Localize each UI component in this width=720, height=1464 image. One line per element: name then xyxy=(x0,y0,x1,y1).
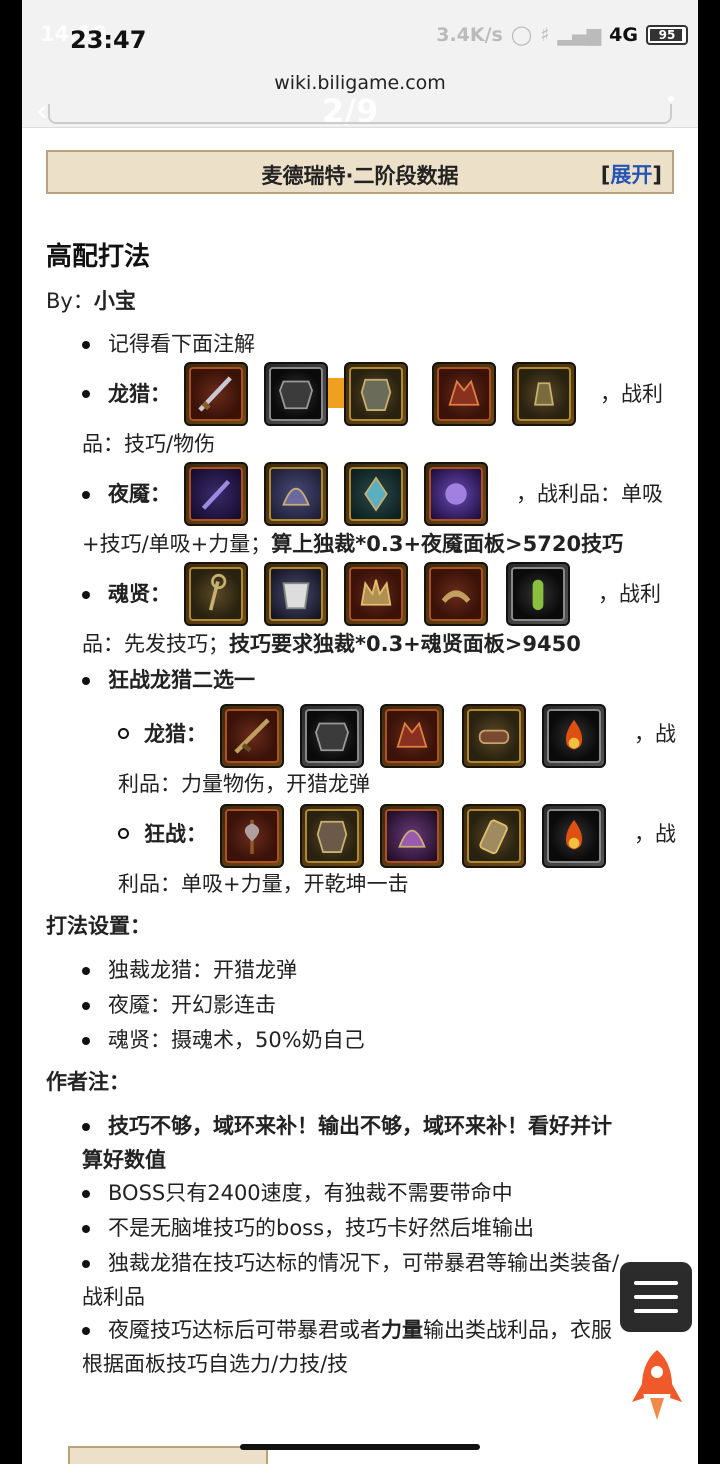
settings-heading: 打法设置： xyxy=(46,914,151,938)
status-time: 23:47 xyxy=(70,26,147,54)
cactus-icon[interactable] xyxy=(506,562,570,626)
fire-icon[interactable] xyxy=(542,804,606,868)
loot-suffix: ，战利品：单吸 xyxy=(516,482,663,506)
helm-icon[interactable] xyxy=(380,804,444,868)
gesture-bar[interactable] xyxy=(240,1444,480,1450)
dagger-icon[interactable] xyxy=(184,462,248,526)
gem-icon[interactable] xyxy=(344,462,408,526)
aura-icon[interactable] xyxy=(424,462,488,526)
loot-text: 品：先发技巧；技巧要求独裁*0.3+魂贤面板>9450 xyxy=(82,632,581,656)
page-heading: 高配打法 xyxy=(46,242,151,272)
expand-link[interactable]: 展开 xyxy=(610,163,652,187)
menu-icon xyxy=(634,1281,678,1285)
url-text[interactable]: wiki.biligame.com xyxy=(22,72,698,94)
table-of-contents-button[interactable] xyxy=(620,1262,692,1332)
build-label-soul: 魂贤： xyxy=(108,582,171,606)
list-item: 魂贤：摄魂术，50%奶自己 xyxy=(108,1028,365,1052)
staff-icon[interactable] xyxy=(184,562,248,626)
mask-icon[interactable] xyxy=(264,562,328,626)
list-item: 不是无脑堆技巧的boss，技巧卡好然后堆输出 xyxy=(108,1216,535,1240)
section-title: 麦德瑞特·二阶段数据 xyxy=(261,164,459,188)
list-item-continued: 根据面板技巧自选力/力技/技 xyxy=(82,1352,349,1376)
more-icon[interactable] xyxy=(668,96,674,102)
build-label-dragon: 龙猎： xyxy=(108,382,171,406)
bullet-icon xyxy=(82,341,90,349)
list-item: 技巧不够，域环来补！输出不够，域环来补！看好并计 xyxy=(108,1114,612,1138)
loot-suffix: ，战 xyxy=(634,722,676,746)
list-item: 独裁龙猎：开猎龙弹 xyxy=(108,958,297,982)
author-name: 小宝 xyxy=(93,289,136,313)
battery-level: 95 xyxy=(658,28,676,42)
mute-bell-icon: ♯ xyxy=(540,24,550,46)
list-item: BOSS只有2400速度，有独裁不需要带命中 xyxy=(108,1181,513,1205)
bell-icon[interactable] xyxy=(512,362,576,426)
scroll-icon[interactable] xyxy=(462,804,526,868)
section-header: 麦德瑞特·二阶段数据 [展开] xyxy=(46,150,674,194)
author-line: By：小宝 xyxy=(46,289,136,313)
loot-suffix: ，战 xyxy=(634,822,676,846)
loot-suffix: ，战利 xyxy=(598,582,661,606)
build-label-night: 夜魇： xyxy=(108,482,171,506)
list-item-continued: 算好数值 xyxy=(82,1148,166,1172)
sub-label-berserk: 狂战： xyxy=(144,822,207,846)
bullet-icon xyxy=(82,1327,90,1335)
list-item: 夜魇：开幻影连击 xyxy=(108,993,276,1017)
chest-icon[interactable] xyxy=(300,804,364,868)
helm-icon[interactable] xyxy=(264,462,328,526)
dragon-head-icon[interactable] xyxy=(380,704,444,768)
claw-icon[interactable] xyxy=(424,562,488,626)
axe-icon[interactable] xyxy=(220,804,284,868)
network-type: 4G xyxy=(609,24,638,46)
bullet-icon xyxy=(82,491,90,499)
bullet-icon xyxy=(82,677,90,685)
dragon-head-icon[interactable] xyxy=(432,362,496,426)
next-section-header xyxy=(68,1446,268,1464)
bullet-icon xyxy=(82,390,90,398)
loot-text: 利品：力量物伤，开猎龙弹 xyxy=(118,772,370,796)
sword-icon[interactable] xyxy=(184,362,248,426)
sub-label-dragon: 龙猎： xyxy=(144,722,207,746)
signal-icon: ▂▄▆ xyxy=(557,24,602,46)
back-arrow-icon[interactable]: ‹ xyxy=(36,94,48,129)
choice-heading: 狂战龙猎二选一 xyxy=(108,668,255,692)
bullet-icon xyxy=(82,1002,90,1010)
bullet-icon xyxy=(82,591,90,599)
status-bar: 14:19 23:47 3.4K/s ◯ ♯ ▂▄▆ 4G 95 xyxy=(22,0,698,64)
chest-icon[interactable] xyxy=(344,362,408,426)
rifle-icon[interactable] xyxy=(220,704,284,768)
list-item: 独裁龙猎在技巧达标的情况下，可带暴君等输出类装备/ xyxy=(108,1251,620,1275)
bullet-icon xyxy=(82,1123,90,1131)
list-item-continued: 战利品 xyxy=(82,1285,145,1309)
loot-suffix: ，战利 xyxy=(600,382,663,406)
bullet-icon xyxy=(82,1260,90,1268)
rocket-icon[interactable] xyxy=(630,1348,684,1424)
status-indicators: 3.4K/s ◯ ♯ ▂▄▆ 4G 95 xyxy=(436,24,688,46)
loot-text: +技巧/单吸+力量；算上独裁*0.3+夜魇面板>5720技巧 xyxy=(82,532,624,556)
sub-bullet-icon xyxy=(118,828,129,839)
armor-icon[interactable] xyxy=(264,362,328,426)
author-notes-heading: 作者注： xyxy=(46,1070,130,1094)
armor-icon[interactable] xyxy=(300,704,364,768)
battery-icon: 95 xyxy=(646,25,688,45)
fire-icon[interactable] xyxy=(542,704,606,768)
previous-section-box xyxy=(48,104,672,124)
list-item: 夜魇技巧达标后可带暴君或者力量输出类战利品，衣服 xyxy=(108,1318,612,1342)
bullet-icon xyxy=(82,1037,90,1045)
network-speed: 3.4K/s xyxy=(436,24,503,46)
sub-bullet-icon xyxy=(118,728,129,739)
loot-text: 品：技巧/物伤 xyxy=(82,432,216,456)
bracer-icon[interactable] xyxy=(462,704,526,768)
expand-button[interactable]: [展开] xyxy=(601,159,662,189)
bullet-icon xyxy=(82,1225,90,1233)
crown-icon[interactable] xyxy=(344,562,408,626)
list-item: 记得看下面注解 xyxy=(108,332,255,356)
url-bar[interactable]: wiki.biligame.com ‹ 2/9 xyxy=(22,64,698,130)
loot-text: 利品：单吸+力量，开乾坤一击 xyxy=(118,872,409,896)
bullet-icon xyxy=(82,1190,90,1198)
browser-frame: 14:19 23:47 3.4K/s ◯ ♯ ▂▄▆ 4G 95 wiki.bi… xyxy=(22,0,698,1464)
bullet-icon xyxy=(82,967,90,975)
headset-icon: ◯ xyxy=(510,24,533,46)
